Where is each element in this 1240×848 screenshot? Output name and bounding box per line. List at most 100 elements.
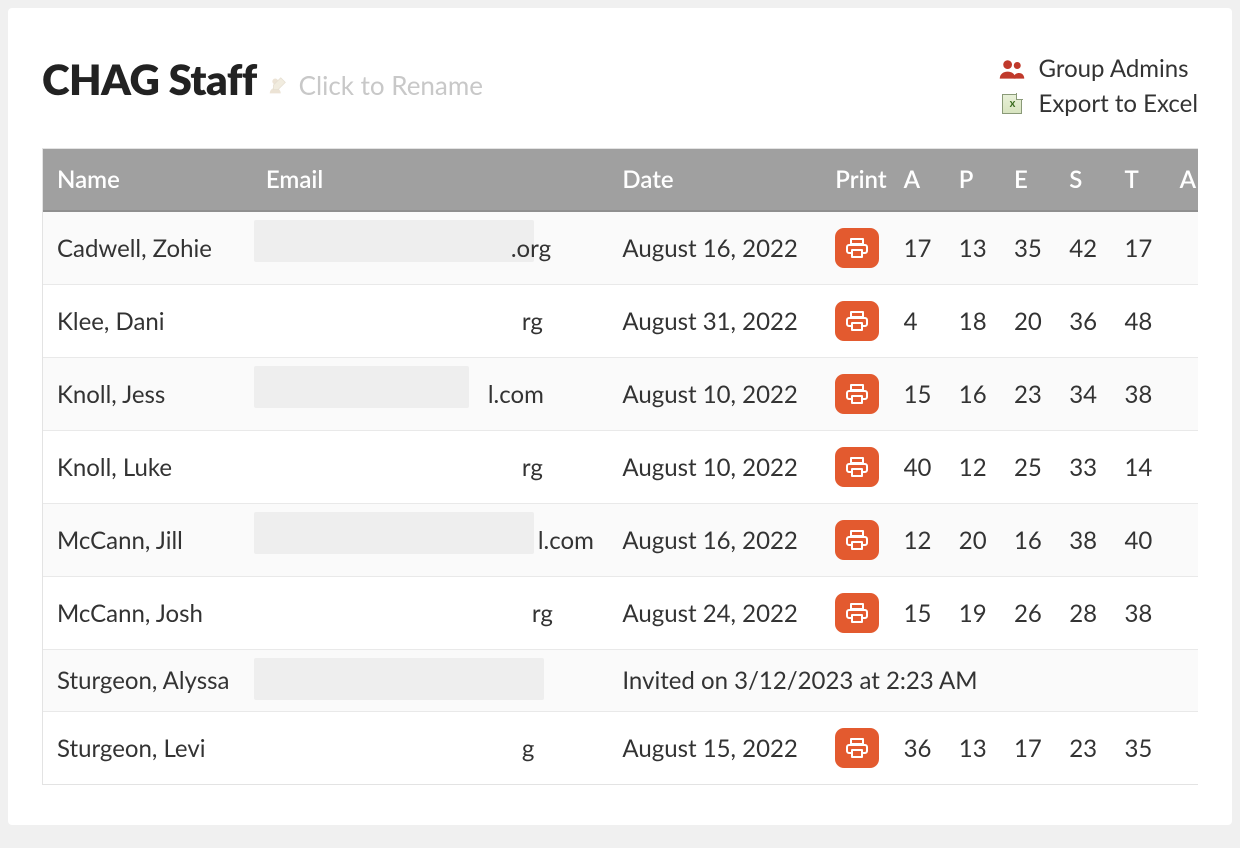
table-row[interactable]: Knoll, Jessl.comAugust 10, 2022151623343… — [43, 358, 1198, 431]
cell-email: g — [254, 712, 611, 785]
printer-icon — [845, 309, 869, 333]
cell-print — [823, 358, 891, 431]
cell-date: August 16, 2022 — [610, 211, 823, 285]
group-admins-link[interactable]: Group Admins — [998, 54, 1188, 83]
print-button[interactable] — [835, 520, 879, 560]
cell-name: Knoll, Luke — [43, 431, 254, 504]
col-header-a[interactable]: A — [892, 149, 947, 211]
printer-icon — [845, 455, 869, 479]
cell-score-e: 17 — [1002, 712, 1057, 785]
cell-score-s: 42 — [1057, 211, 1112, 285]
print-button[interactable] — [835, 228, 879, 268]
cell-score-a: 15 — [892, 577, 947, 650]
cell-name: McCann, Jill — [43, 504, 254, 577]
cell-score-p: 18 — [947, 285, 1002, 358]
table-row[interactable]: McCann, JoshrgAugust 24, 2022 1519262838 — [43, 577, 1198, 650]
printer-icon — [845, 736, 869, 760]
cell-name: Knoll, Jess — [43, 358, 254, 431]
cell-date: August 10, 2022 — [610, 431, 823, 504]
export-excel-label: Export to Excel — [1038, 89, 1198, 118]
table-row[interactable]: Cadwell, Zohie.orgAugust 16, 20221713354… — [43, 211, 1198, 285]
cell-date: August 15, 2022 — [610, 712, 823, 785]
table-row[interactable]: McCann, Jilll.comAugust 16, 2022 12201638… — [43, 504, 1198, 577]
table-row[interactable]: Sturgeon, Alyssa Invited on 3/12/2023 at … — [43, 650, 1198, 712]
cell-score-a2 — [1168, 504, 1198, 577]
table-row[interactable]: Knoll, LukergAugust 10, 20224012253314 — [43, 431, 1198, 504]
cell-date: August 24, 2022 — [610, 577, 823, 650]
col-header-date[interactable]: Date — [610, 149, 823, 211]
cell-email: rg — [254, 431, 611, 504]
table-row[interactable]: Sturgeon, LevigAugust 15, 20223613172335 — [43, 712, 1198, 785]
print-button[interactable] — [835, 728, 879, 768]
cell-score-t: 40 — [1112, 504, 1167, 577]
cell-score-t: 35 — [1112, 712, 1167, 785]
cell-email — [254, 650, 611, 712]
cell-print — [823, 712, 891, 785]
col-header-print: Print — [823, 149, 891, 211]
rename-hint: Click to Rename — [299, 69, 483, 101]
table-row[interactable]: Klee, DanirgAugust 31, 2022418203648 — [43, 285, 1198, 358]
cell-score-p: 16 — [947, 358, 1002, 431]
cell-print — [823, 504, 891, 577]
cell-date: August 10, 2022 — [610, 358, 823, 431]
cell-score-s: 33 — [1057, 431, 1112, 504]
cell-score-a2 — [1168, 358, 1198, 431]
cell-score-p: 20 — [947, 504, 1002, 577]
page-title: CHAG Staff — [42, 54, 257, 104]
cell-email: l.com — [254, 358, 611, 431]
cell-score-s: 34 — [1057, 358, 1112, 431]
col-header-p[interactable]: P — [947, 149, 1002, 211]
col-header-s[interactable]: S — [1057, 149, 1112, 211]
people-icon — [998, 58, 1026, 80]
cell-email: rg — [254, 285, 611, 358]
cell-score-s: 38 — [1057, 504, 1112, 577]
cell-score-t: 14 — [1112, 431, 1167, 504]
cell-score-e: 20 — [1002, 285, 1057, 358]
col-header-name[interactable]: Name — [43, 149, 254, 211]
cell-score-t: 17 — [1112, 211, 1167, 285]
printer-icon — [845, 236, 869, 260]
cell-email: .org — [254, 211, 611, 285]
cell-score-a2 — [1168, 712, 1198, 785]
cell-score-a: 12 — [892, 504, 947, 577]
cell-score-t: 38 — [1112, 577, 1167, 650]
cell-score-e: 26 — [1002, 577, 1057, 650]
cell-score-p: 12 — [947, 431, 1002, 504]
edit-person-icon — [267, 75, 289, 97]
cell-print — [823, 211, 891, 285]
print-button[interactable] — [835, 374, 879, 414]
cell-score-a2 — [1168, 285, 1198, 358]
col-header-t[interactable]: T — [1112, 149, 1167, 211]
cell-score-a: 36 — [892, 712, 947, 785]
cell-email: l.com — [254, 504, 611, 577]
printer-icon — [845, 528, 869, 552]
print-button[interactable] — [835, 301, 879, 341]
cell-print — [823, 431, 891, 504]
cell-email: rg — [254, 577, 611, 650]
cell-invited: Invited on 3/12/2023 at 2:23 AM — [610, 650, 1198, 712]
col-header-e[interactable]: E — [1002, 149, 1057, 211]
cell-date: August 16, 2022 — [610, 504, 823, 577]
cell-score-p: 13 — [947, 211, 1002, 285]
cell-score-e: 16 — [1002, 504, 1057, 577]
cell-date: August 31, 2022 — [610, 285, 823, 358]
cell-score-s: 28 — [1057, 577, 1112, 650]
staff-table: Name Email Date Print A P E S T A Cadwel… — [42, 148, 1198, 785]
cell-score-p: 19 — [947, 577, 1002, 650]
title-block[interactable]: CHAG Staff Click to Rename — [42, 54, 483, 104]
export-excel-link[interactable]: x Export to Excel — [998, 89, 1198, 118]
cell-score-a: 15 — [892, 358, 947, 431]
cell-name: Sturgeon, Alyssa — [43, 650, 254, 712]
col-header-email[interactable]: Email — [254, 149, 611, 211]
cell-name: McCann, Josh — [43, 577, 254, 650]
cell-print — [823, 577, 891, 650]
cell-name: Sturgeon, Levi — [43, 712, 254, 785]
printer-icon — [845, 382, 869, 406]
col-header-a2[interactable]: A — [1168, 149, 1198, 211]
cell-name: Klee, Dani — [43, 285, 254, 358]
cell-score-e: 23 — [1002, 358, 1057, 431]
cell-score-a2 — [1168, 577, 1198, 650]
cell-score-a: 17 — [892, 211, 947, 285]
print-button[interactable] — [835, 593, 879, 633]
print-button[interactable] — [835, 447, 879, 487]
